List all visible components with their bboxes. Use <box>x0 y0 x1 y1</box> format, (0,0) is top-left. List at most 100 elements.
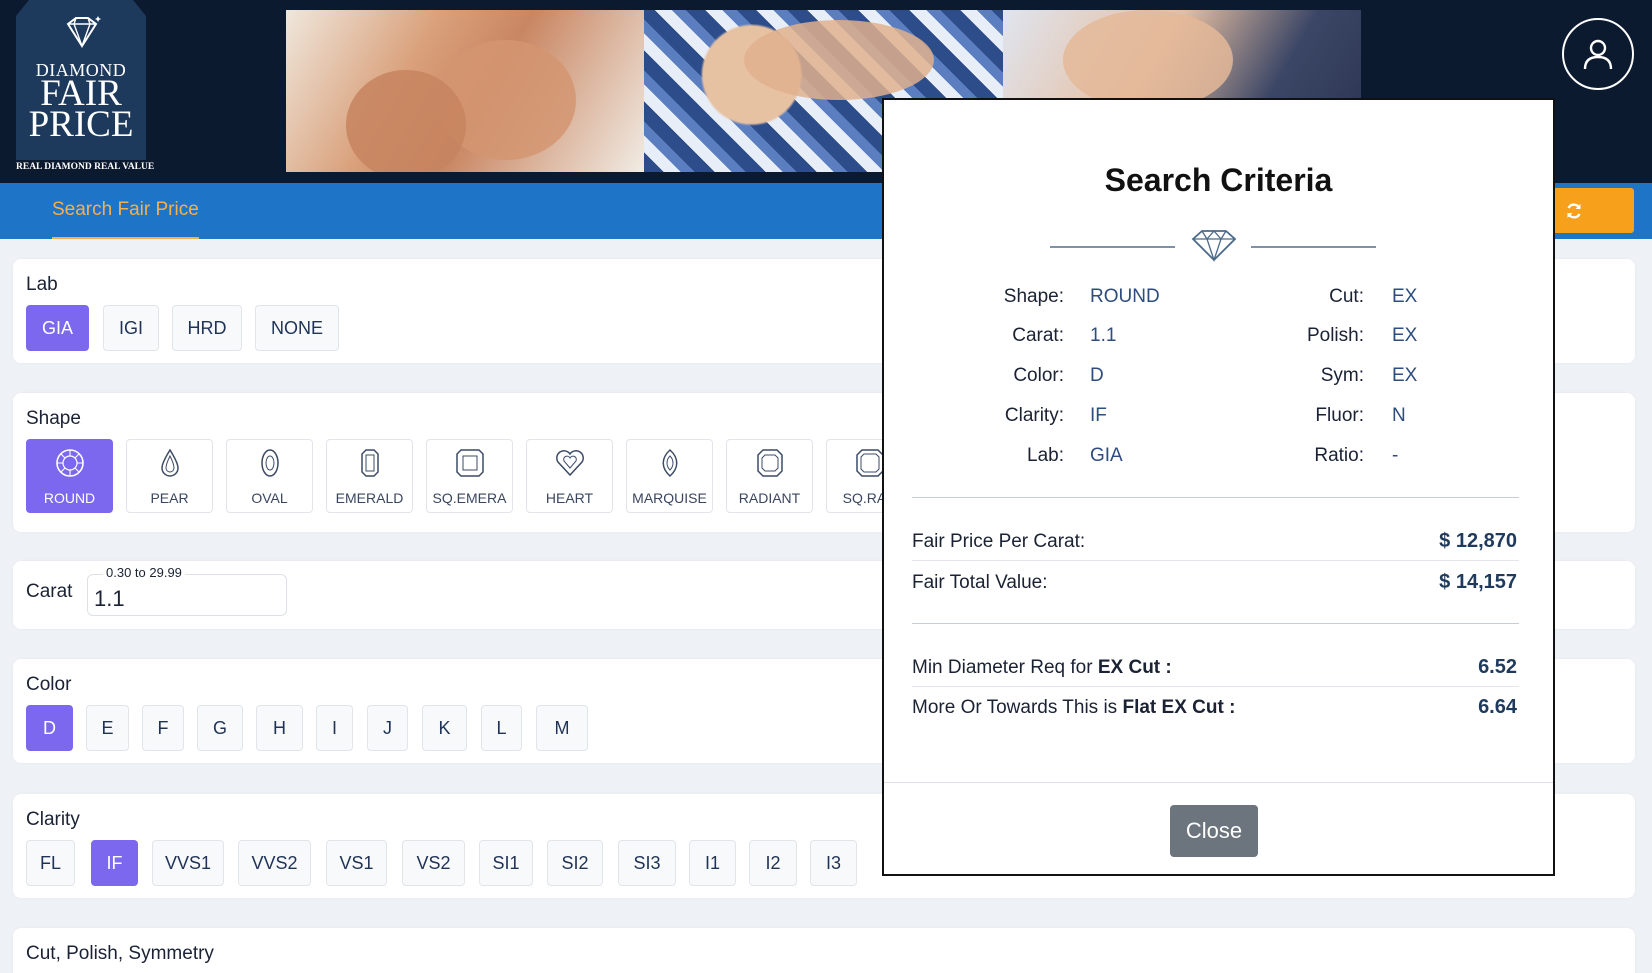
criteria-lab-value: GIA <box>1090 445 1123 466</box>
clarity-title: Clarity <box>26 809 80 830</box>
title-divider-left <box>1050 246 1175 248</box>
refresh-icon <box>1567 202 1581 219</box>
diamond-icon <box>1191 230 1237 262</box>
user-account-button[interactable] <box>1562 18 1634 90</box>
min-diameter-label-text: Min Diameter Req for <box>912 657 1098 678</box>
flat-ex-cut-label-bold: Flat EX Cut : <box>1122 697 1236 718</box>
oval-diamond-icon <box>260 449 279 477</box>
criteria-clarity-value: IF <box>1090 405 1107 426</box>
modal-title: Search Criteria <box>1104 162 1333 198</box>
color-option-d[interactable]: D <box>26 705 73 751</box>
flat-ex-cut-label-text: More Or Towards This is <box>912 697 1123 718</box>
color-option-g[interactable]: G <box>197 705 243 751</box>
clarity-option-i3[interactable]: I3 <box>810 840 857 886</box>
lab-option-none[interactable]: NONE <box>255 305 339 351</box>
color-option-k[interactable]: K <box>422 705 467 751</box>
criteria-color-value: D <box>1090 365 1104 386</box>
criteria-ratio-label: Ratio: <box>1314 445 1364 466</box>
fair-total-value-value: $ 14,157 <box>1439 571 1517 593</box>
divider <box>912 560 1519 561</box>
criteria-lab-label: Lab: <box>1027 445 1064 466</box>
cut-polish-symmetry-title: Cut, Polish, Symmetry <box>26 943 214 964</box>
fair-price-per-carat-value: $ 12,870 <box>1439 530 1517 552</box>
min-diameter-label-bold: EX Cut : <box>1097 657 1172 678</box>
title-divider-right <box>1251 246 1376 248</box>
min-diameter-value: 6.52 <box>1478 656 1517 678</box>
criteria-cut-label: Cut: <box>1329 286 1364 307</box>
carat-range-hint: 0.30 to 29.99 <box>103 565 185 580</box>
shape-label: EMERALD <box>335 490 404 506</box>
carat-input[interactable] <box>87 574 287 616</box>
shape-option-emerald[interactable]: EMERALD <box>326 439 413 513</box>
marquise-diamond-icon <box>662 448 677 478</box>
color-option-j[interactable]: J <box>367 705 408 751</box>
clarity-option-si2[interactable]: SI2 <box>547 840 603 886</box>
criteria-color-label: Color: <box>1013 365 1064 386</box>
fair-total-value-label: Fair Total Value: <box>912 572 1048 593</box>
clarity-option-vvs1[interactable]: VVS1 <box>152 840 224 886</box>
criteria-fluor-label: Fluor: <box>1315 405 1364 426</box>
clarity-option-vs1[interactable]: VS1 <box>326 840 387 886</box>
divider <box>912 686 1519 687</box>
clarity-option-vvs2[interactable]: VVS2 <box>238 840 311 886</box>
criteria-shape-value: ROUND <box>1090 286 1160 307</box>
shape-label: ROUND <box>43 490 96 506</box>
color-option-m[interactable]: M <box>536 705 588 751</box>
shape-label: PEAR <box>150 490 189 506</box>
criteria-shape-label: Shape: <box>1003 286 1064 307</box>
emerald-diamond-icon <box>360 449 379 477</box>
diamond-icon <box>66 16 101 49</box>
clarity-option-i1[interactable]: I1 <box>689 840 736 886</box>
clarity-option-fl[interactable]: FL <box>26 840 75 886</box>
criteria-ratio-value: - <box>1392 445 1399 466</box>
logo-line-2: FAIR PRICE <box>16 75 146 143</box>
tab-search-fair-price[interactable]: Search Fair Price <box>52 199 199 239</box>
shape-option-oval[interactable]: OVAL <box>226 439 313 513</box>
color-option-l[interactable]: L <box>481 705 522 751</box>
round-diamond-icon <box>55 449 84 477</box>
flat-ex-cut-value: 6.64 <box>1478 696 1517 718</box>
carat-title: Carat <box>26 581 73 602</box>
lab-option-gia[interactable]: GIA <box>26 305 89 351</box>
color-option-h[interactable]: H <box>256 705 303 751</box>
logo-tagline: REAL DIAMOND REAL VALUE <box>16 162 155 172</box>
shape-option-radiant[interactable]: RADIANT <box>726 439 813 513</box>
user-icon <box>1583 39 1613 70</box>
shape-title: Shape <box>26 408 81 429</box>
lab-option-igi[interactable]: IGI <box>103 305 159 351</box>
color-option-f[interactable]: F <box>142 705 184 751</box>
site-logo[interactable]: DIAMOND FAIR PRICE REAL DIAMOND REAL VAL… <box>16 0 154 175</box>
shape-label: MARQUISE <box>632 490 707 506</box>
criteria-polish-value: EX <box>1392 325 1418 346</box>
radiant-diamond-icon <box>756 449 783 477</box>
color-option-i[interactable]: I <box>316 705 353 751</box>
clarity-option-si1[interactable]: SI1 <box>479 840 533 886</box>
search-criteria-modal: Search Criteria Shape: ROUND Carat: 1.1 … <box>882 98 1555 876</box>
clarity-option-if[interactable]: IF <box>91 840 138 886</box>
lab-option-hrd[interactable]: HRD <box>172 305 242 351</box>
banner-photo-1 <box>286 10 645 172</box>
clarity-option-si3[interactable]: SI3 <box>618 840 676 886</box>
divider <box>912 623 1519 624</box>
criteria-polish-label: Polish: <box>1306 325 1364 346</box>
min-diameter-label: Min Diameter Req for EX Cut : <box>912 657 1172 679</box>
shape-label: RADIANT <box>738 490 801 506</box>
color-option-e[interactable]: E <box>86 705 129 751</box>
criteria-carat-label: Carat: <box>1012 325 1064 346</box>
shape-option-round[interactable]: ROUND <box>26 439 113 513</box>
criteria-cut-value: EX <box>1392 286 1418 307</box>
clarity-option-i2[interactable]: I2 <box>749 840 797 886</box>
color-title: Color <box>26 674 72 695</box>
shape-option-pear[interactable]: PEAR <box>126 439 213 513</box>
flat-ex-cut-label: More Or Towards This is Flat EX Cut : <box>912 697 1235 719</box>
shape-option-sq-emerald[interactable]: SQ.EMERA <box>426 439 513 513</box>
refresh-button[interactable] <box>1553 188 1634 233</box>
close-button[interactable]: Close <box>1170 805 1258 857</box>
clarity-option-vs2[interactable]: VS2 <box>402 840 465 886</box>
fair-price-per-carat-label: Fair Price Per Carat: <box>912 531 1086 552</box>
square-radiant-diamond-icon <box>855 449 884 477</box>
criteria-sym-value: EX <box>1392 365 1418 386</box>
heart-diamond-icon <box>555 450 584 477</box>
shape-option-heart[interactable]: HEART <box>526 439 613 513</box>
shape-option-marquise[interactable]: MARQUISE <box>626 439 713 513</box>
